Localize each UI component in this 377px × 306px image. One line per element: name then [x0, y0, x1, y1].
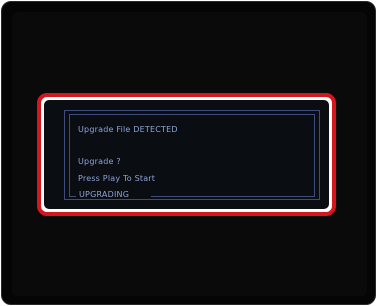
- upgrade-prompt: Upgrade ?: [78, 157, 121, 166]
- dialog-border-segment: [151, 196, 315, 197]
- press-play-instruction: Press Play To Start: [78, 174, 156, 183]
- detected-message: Upgrade File DETECTED: [78, 125, 178, 134]
- upgrading-status: UPGRADING: [78, 190, 131, 199]
- dialog-border-segment: [69, 196, 76, 197]
- highlight-box: Upgrade File DETECTED Upgrade ? Press Pl…: [37, 93, 336, 216]
- upgrade-dialog: Upgrade File DETECTED Upgrade ? Press Pl…: [44, 100, 329, 209]
